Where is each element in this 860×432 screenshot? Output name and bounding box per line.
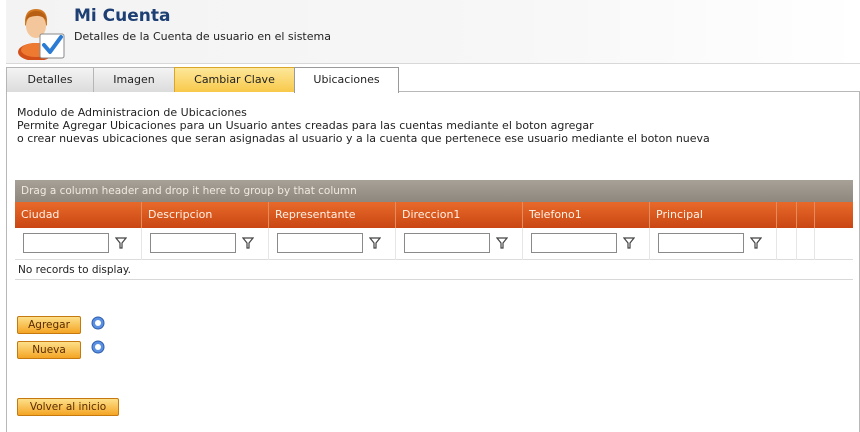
volver-al-inicio-button[interactable]: Volver al inicio [17, 398, 119, 416]
grid-header-row: Ciudad Descripcion Representante Direcci… [15, 202, 853, 228]
filter-cell [15, 228, 142, 260]
nueva-button[interactable]: Nueva [17, 341, 81, 359]
column-header-descripcion[interactable]: Descripcion [142, 202, 269, 228]
filter-icon[interactable] [115, 236, 127, 250]
filter-icon[interactable] [750, 236, 762, 250]
description-line: Permite Agregar Ubicaciones para un Usua… [17, 119, 594, 132]
filter-input-descripcion[interactable] [150, 233, 236, 253]
tab-strip: Detalles Imagen Cambiar Clave Ubicacione… [6, 64, 860, 93]
column-header-direccion1[interactable]: Direccion1 [396, 202, 523, 228]
tab-ubicaciones[interactable]: Ubicaciones [294, 67, 399, 93]
filter-cell [650, 228, 777, 260]
filter-row [15, 228, 853, 260]
empty-grid-message: No records to display. [15, 260, 853, 280]
locations-grid: Drag a column header and drop it here to… [15, 180, 853, 280]
tab-detalles[interactable]: Detalles [6, 67, 94, 92]
column-header-spacer [777, 202, 797, 228]
user-account-icon [18, 9, 65, 60]
tab-content: Modulo de Administracion de Ubicaciones … [6, 92, 860, 432]
description-line: Modulo de Administracion de Ubicaciones [17, 106, 247, 119]
filter-input-telefono1[interactable] [531, 233, 617, 253]
column-header-spacer [815, 202, 833, 228]
filter-cell [269, 228, 396, 260]
column-header-representante[interactable]: Representante [269, 202, 396, 228]
filter-input-principal[interactable] [658, 233, 744, 253]
filter-cell [797, 228, 815, 260]
filter-icon[interactable] [623, 236, 635, 250]
page-header: Mi Cuenta Detalles de la Cuenta de usuar… [6, 0, 860, 64]
help-icon[interactable] [91, 316, 105, 330]
agregar-button[interactable]: Agregar [17, 316, 81, 334]
filter-cell [777, 228, 797, 260]
filter-cell [815, 228, 833, 260]
description-line: o crear nuevas ubicaciones que seran asi… [17, 132, 710, 145]
filter-input-direccion1[interactable] [404, 233, 490, 253]
tab-imagen[interactable]: Imagen [93, 67, 175, 92]
module-description: Modulo de Administracion de Ubicaciones … [17, 106, 710, 145]
filter-icon[interactable] [496, 236, 508, 250]
column-header-spacer [797, 202, 815, 228]
filter-icon[interactable] [242, 236, 254, 250]
page-subtitle: Detalles de la Cuenta de usuario en el s… [74, 30, 331, 43]
page-title: Mi Cuenta [74, 6, 171, 26]
filter-icon[interactable] [369, 236, 381, 250]
column-header-ciudad[interactable]: Ciudad [15, 202, 142, 228]
filter-cell [396, 228, 523, 260]
filter-cell [142, 228, 269, 260]
column-header-principal[interactable]: Principal [650, 202, 777, 228]
help-icon[interactable] [91, 340, 105, 354]
tab-cambiar-clave[interactable]: Cambiar Clave [174, 67, 295, 92]
group-panel[interactable]: Drag a column header and drop it here to… [15, 180, 853, 202]
column-header-telefono1[interactable]: Telefono1 [523, 202, 650, 228]
filter-input-ciudad[interactable] [23, 233, 109, 253]
filter-input-representante[interactable] [277, 233, 363, 253]
filter-cell [523, 228, 650, 260]
account-panel: Mi Cuenta Detalles de la Cuenta de usuar… [6, 0, 860, 432]
